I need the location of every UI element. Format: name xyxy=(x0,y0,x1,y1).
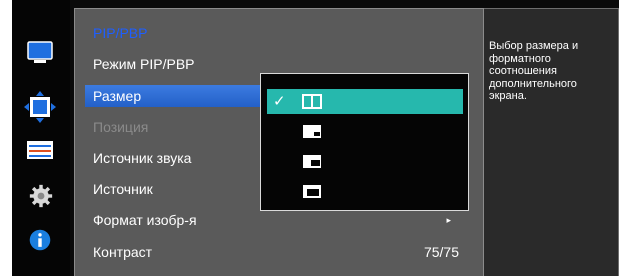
menu-item-value: 75/75 xyxy=(423,244,459,260)
monitor-icon[interactable] xyxy=(26,41,54,65)
size-option[interactable] xyxy=(267,149,463,174)
menu-item-label: Позиция xyxy=(93,119,149,135)
settings-gear-icon[interactable] xyxy=(27,184,55,208)
submenu-arrow-icon: ▸ xyxy=(446,215,451,225)
menu-item[interactable]: Формат изобр-я ▸ xyxy=(93,209,473,231)
size-option[interactable]: ✓ xyxy=(267,89,463,114)
menu-item-label: Формат изобр-я xyxy=(93,212,197,228)
description-panel: Выбор размера и форматного соотношения д… xyxy=(484,8,619,276)
size-option[interactable] xyxy=(267,179,463,204)
menu-item-label: Контраст xyxy=(93,244,153,260)
menu-item-label: Размер xyxy=(93,88,142,104)
size-dropdown: ✓ xyxy=(260,73,469,211)
size-option[interactable] xyxy=(267,119,463,144)
sidebar xyxy=(12,0,70,276)
adjust-bars-icon[interactable] xyxy=(26,140,54,164)
pip-large-icon xyxy=(303,185,321,198)
menu-item[interactable]: Размер xyxy=(85,85,277,107)
menu-title: PIP/PBP xyxy=(93,25,148,41)
menu-item-label: Источник звука xyxy=(93,150,192,166)
pbp-side-by-side-icon xyxy=(302,94,322,109)
pip-small-icon xyxy=(303,125,321,138)
menu-item[interactable]: Контраст 75/75 xyxy=(93,241,473,263)
pip-medium-icon xyxy=(303,155,321,168)
move-arrows-icon[interactable] xyxy=(24,91,56,123)
pip-pbp-menu: PIP/PBP Режим PIP/PBP Размер Позиция Источн… xyxy=(74,8,484,276)
menu-item-label: Режим PIP/PBP xyxy=(93,56,195,72)
description-text: Выбор размера и форматного соотношения д… xyxy=(489,40,579,102)
checkmark-icon: ✓ xyxy=(273,93,286,110)
menu-item[interactable]: Режим PIP/PBP xyxy=(93,53,473,75)
menu-item-label: Источник xyxy=(93,181,153,197)
info-icon[interactable] xyxy=(26,228,54,252)
